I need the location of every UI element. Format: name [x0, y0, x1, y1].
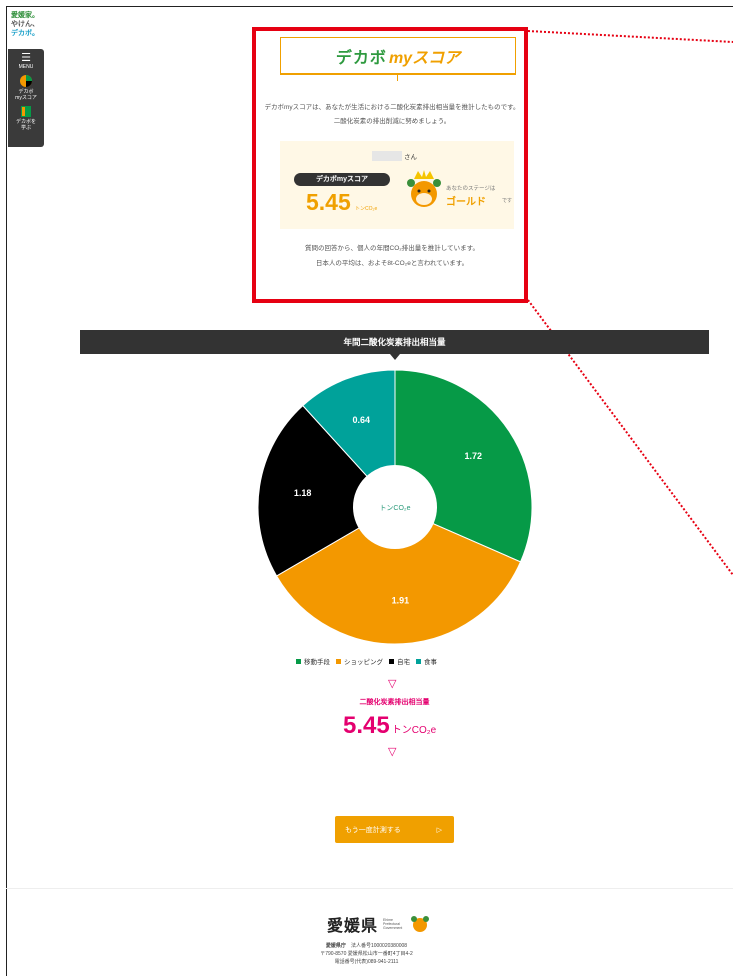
legend-swatch-4 — [416, 658, 421, 664]
chart-legend: 移動手段 ショッピング 自宅 食事 — [0, 656, 733, 666]
pref-badge: Ehime Prefectural Government — [383, 918, 403, 930]
legend-label-4: 食事 — [424, 659, 437, 666]
footer-divider — [6, 888, 733, 889]
total-row: 5.45 トンCO₂e — [343, 712, 436, 740]
stage-suffix: です — [502, 198, 513, 204]
nav-label-myscore: デカボ myスコア — [15, 89, 37, 101]
retry-label: もう一度計測する — [345, 826, 401, 834]
slice-label-4: 0.64 — [353, 415, 371, 425]
total-label: 二酸化炭素排出相当量 — [359, 699, 430, 706]
stage-label: あなたのステージは — [446, 186, 496, 192]
legend-item-2: ショッピング — [336, 656, 383, 666]
menu-button[interactable]: ☰ MENU — [8, 49, 44, 71]
menu-label: MENU — [18, 64, 34, 70]
score-value: 5.45 — [306, 189, 351, 215]
play-arrow-icon: ▷ — [436, 826, 442, 834]
footer-logo[interactable]: 愛媛県 Ehime Prefectural Government — [327, 912, 430, 936]
mikyan-icon — [411, 916, 430, 932]
stage-value: ゴールド — [446, 197, 486, 208]
retry-button[interactable]: もう一度計測する ▷ — [335, 816, 454, 843]
nav-item-learn[interactable]: デカボを 学ぶ — [8, 101, 44, 131]
slice-label-3: 1.18 — [294, 488, 312, 498]
total-value: 5.45 — [343, 712, 390, 739]
side-nav: ☰ MENU デカボ myスコア デカボを 学ぶ — [8, 49, 44, 147]
nav-item-myscore[interactable]: デカボ myスコア — [8, 70, 44, 101]
name-suffix: さん — [404, 154, 417, 161]
legend-swatch-1 — [296, 658, 301, 664]
mikyan-mascot-icon — [407, 170, 441, 207]
hamburger-icon: ☰ — [21, 52, 31, 64]
user-name-redacted — [372, 151, 402, 161]
emissions-donut-chart: 1.72 1.91 1.18 0.64 トンCO₂e — [257, 369, 533, 645]
pie-icon — [20, 75, 32, 87]
legend-swatch-3 — [389, 658, 394, 664]
site-logo[interactable]: 愛媛家。 やけん、 デカボ。 — [11, 11, 39, 38]
legend-swatch-2 — [336, 658, 341, 664]
myscore-banner: デカボ myスコア — [280, 37, 516, 75]
book-icon — [21, 106, 31, 117]
footer-info: 愛媛県庁 法人番号1000020380008 〒790-8570 愛媛県松山市一… — [320, 943, 413, 965]
pref-name: 愛媛県 — [327, 918, 379, 935]
score-unit: トンCO₂e — [355, 206, 378, 212]
legend-item-4: 食事 — [416, 656, 437, 666]
hero-description: デカボmyスコアは、あなたが生活における二酸化炭素排出相当量を推計したものです。… — [264, 104, 520, 125]
score-card: さん デカボmyスコア 5.45 トンCO₂e あなたのステージは ゴールド で… — [280, 141, 514, 229]
slice-label-1: 1.72 — [464, 451, 482, 461]
banner-title: デカボ — [335, 49, 387, 67]
hero-note: 質問の回答から、個人の年間CO₂排出量を推計しています。 日本人の平均は、およそ… — [305, 245, 479, 267]
banner-subtitle: myスコア — [388, 49, 461, 67]
legend-label-3: 自宅 — [397, 659, 410, 666]
down-arrow-icon-2: ▽ — [388, 746, 397, 758]
score-pill: デカボmyスコア — [294, 173, 390, 186]
legend-label-1: 移動手段 — [304, 659, 330, 666]
section-caret — [390, 354, 400, 360]
legend-item-1: 移動手段 — [296, 656, 330, 666]
legend-label-2: ショッピング — [344, 659, 383, 666]
banner-stem — [397, 75, 398, 81]
section-title: 年間二酸化炭素排出相当量 — [80, 330, 709, 354]
nav-label-learn: デカボを 学ぶ — [15, 119, 36, 131]
down-arrow-icon: ▽ — [388, 678, 397, 690]
callout-line-top — [527, 30, 733, 43]
score-summary-box: デカボ myスコア デカボmyスコアは、あなたが生活における二酸化炭素排出相当量… — [252, 27, 528, 303]
total-unit: トンCO₂e — [391, 725, 437, 736]
legend-item-3: 自宅 — [389, 656, 410, 666]
center-label: トンCO₂e — [379, 505, 410, 512]
slice-label-2: 1.91 — [392, 595, 410, 605]
